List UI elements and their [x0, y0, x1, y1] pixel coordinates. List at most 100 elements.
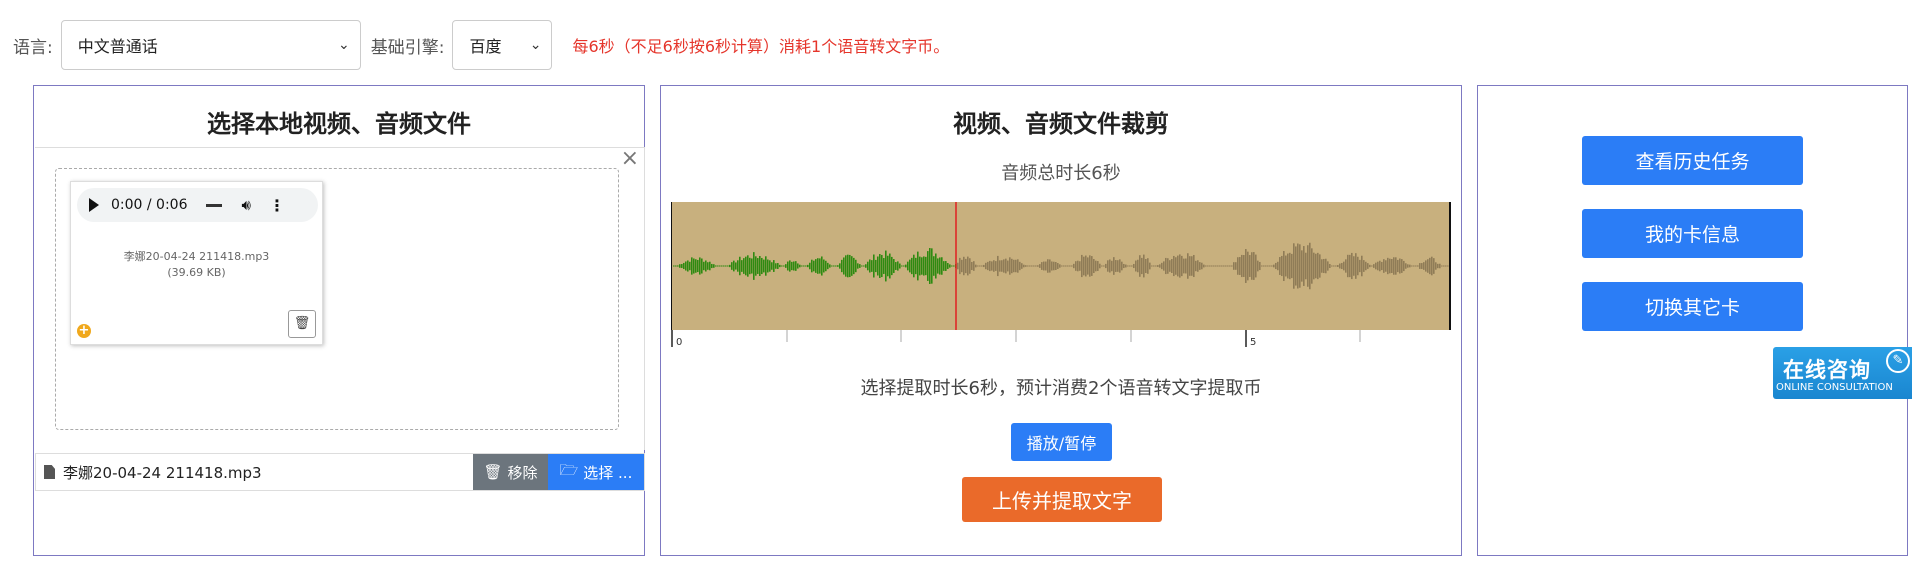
waveform-bar — [1411, 265, 1413, 267]
waveform-bar — [1109, 259, 1111, 273]
waveform-bar — [909, 259, 911, 273]
more-icon[interactable]: ⋮ — [269, 196, 285, 215]
waveform-bar — [1119, 259, 1121, 273]
waveform-bar — [987, 261, 989, 271]
waveform-bar — [1023, 264, 1025, 268]
waveform[interactable]: 0 5 — [671, 202, 1451, 347]
waveform-bar — [1021, 263, 1023, 269]
waveform-bar — [1141, 257, 1143, 275]
add-icon[interactable]: + — [77, 324, 91, 338]
waveform-bar — [1293, 243, 1295, 289]
waveform-bar — [803, 265, 805, 267]
waveform-bar — [789, 260, 791, 272]
history-tasks-button[interactable]: 查看历史任务 — [1582, 136, 1803, 185]
waveform-bar — [1405, 263, 1407, 269]
waveform-bar — [865, 264, 867, 268]
close-icon[interactable]: × — [621, 146, 639, 171]
waveform-bar — [1239, 257, 1241, 275]
waveform-bar — [919, 256, 921, 276]
waveform-bar — [1263, 265, 1265, 267]
waveform-bar — [795, 261, 797, 271]
volume-icon[interactable]: 🔊︎ — [242, 196, 251, 214]
drop-zone[interactable]: 0:00 / 0:06 🔊︎ ⋮ 李娜20-04-24 211418.mp3 (… — [55, 168, 619, 430]
waveform-bar — [1305, 252, 1307, 280]
waveform-bar — [1197, 260, 1199, 272]
waveform-bar — [1071, 265, 1073, 267]
waveform-bar — [863, 265, 865, 267]
waveform-bar — [831, 265, 833, 267]
waveform-bar — [1035, 265, 1037, 267]
file-name-field[interactable]: 李娜20-04-24 211418.mp3 — [36, 454, 473, 490]
waveform-bar — [1145, 259, 1147, 273]
waveform-bar — [855, 259, 857, 273]
waveform-bar — [1271, 265, 1273, 267]
waveform-bar — [793, 261, 795, 271]
waveform-bar — [813, 260, 815, 272]
waveform-bar — [933, 256, 935, 276]
card-info-button[interactable]: 我的卡信息 — [1582, 209, 1803, 258]
play-pause-button[interactable]: 播放/暂停 — [1011, 423, 1112, 461]
waveform-bar — [695, 259, 697, 273]
waveform-bar — [1005, 258, 1007, 274]
waveform-bar — [1189, 256, 1191, 276]
waveform-bar — [1079, 261, 1081, 271]
waveform-bar — [1117, 260, 1119, 272]
waveform-bar — [957, 262, 959, 270]
waveform-bar — [1139, 255, 1141, 277]
switch-card-button[interactable]: 切换其它卡 — [1582, 282, 1803, 331]
waveform-bar — [753, 252, 755, 280]
waveform-bar — [851, 256, 853, 276]
waveform-bar — [1435, 262, 1437, 270]
waveform-bar — [1261, 265, 1263, 267]
waveform-bar — [809, 262, 811, 270]
waveform-bar — [691, 257, 693, 275]
waveform-bar — [1393, 257, 1395, 275]
engine-select[interactable]: 百度 ⌄ — [452, 20, 553, 70]
waveform-bar — [1317, 252, 1319, 280]
trash-icon[interactable]: 🗑︎ — [288, 310, 316, 338]
waveform-bar — [1425, 260, 1427, 272]
waveform-bar — [719, 265, 721, 267]
progress-slider[interactable] — [205, 203, 222, 207]
waveform-bar — [1125, 264, 1127, 268]
waveform-bar — [1227, 265, 1229, 267]
settings-row: 语言: 中文普通话 ⌄ 基础引擎: 百度 ⌄ 每6秒（不足6秒按6秒计算）消耗1… — [13, 20, 949, 70]
waveform-bar — [1103, 265, 1105, 267]
choose-file-button[interactable]: 🗁︎ 选择 ... — [548, 454, 644, 490]
waveform-bar — [781, 265, 783, 267]
waveform-bar — [881, 254, 883, 278]
waveform-bar — [1355, 253, 1357, 279]
waveform-bar — [893, 259, 895, 273]
waveform-bar — [1225, 265, 1227, 267]
waveform-bar — [1027, 265, 1029, 267]
waveform-bar — [1235, 262, 1237, 270]
remove-button[interactable]: 🗑︎ 移除 — [473, 454, 548, 490]
waveform-bar — [1217, 265, 1219, 267]
trim-panel: 视频、音频文件裁剪 音频总时长6秒 0 5 选择提取时长6秒，预计消费2个语音转… — [660, 85, 1462, 556]
play-icon[interactable] — [89, 198, 99, 212]
waveform-bar — [989, 260, 991, 272]
waveform-bar — [903, 265, 905, 267]
waveform-bar — [1149, 262, 1151, 270]
waveform-bar — [1003, 259, 1005, 273]
file-select-panel: 选择本地视频、音频文件 × 0:00 / 0:06 🔊︎ ⋮ 李娜20-04-2… — [33, 85, 645, 556]
waveform-bar — [1049, 259, 1051, 273]
language-select[interactable]: 中文普通话 ⌄ — [60, 20, 361, 70]
waveform-bar — [701, 258, 703, 274]
waveform-bar — [941, 257, 943, 275]
waveform-bar — [1043, 261, 1045, 271]
waveform-bar — [1011, 258, 1013, 274]
waveform-bar — [991, 261, 993, 271]
waveform-bar — [1303, 246, 1305, 286]
waveform-bar — [1269, 265, 1271, 267]
waveform-bar — [697, 259, 699, 273]
online-consultation-widget[interactable]: 在线咨询 ONLINE CONSULTATION ✎ — [1773, 347, 1912, 399]
upload-extract-button[interactable]: 上传并提取文字 — [962, 477, 1162, 522]
waveform-bar — [1327, 261, 1329, 271]
waveform-bar — [1143, 254, 1145, 278]
waveform-bar — [1153, 265, 1155, 267]
waveform-bar — [1319, 254, 1321, 278]
waveform-bar — [1429, 257, 1431, 275]
waveform-bar — [929, 248, 931, 284]
audio-player[interactable]: 0:00 / 0:06 🔊︎ ⋮ — [77, 188, 318, 222]
